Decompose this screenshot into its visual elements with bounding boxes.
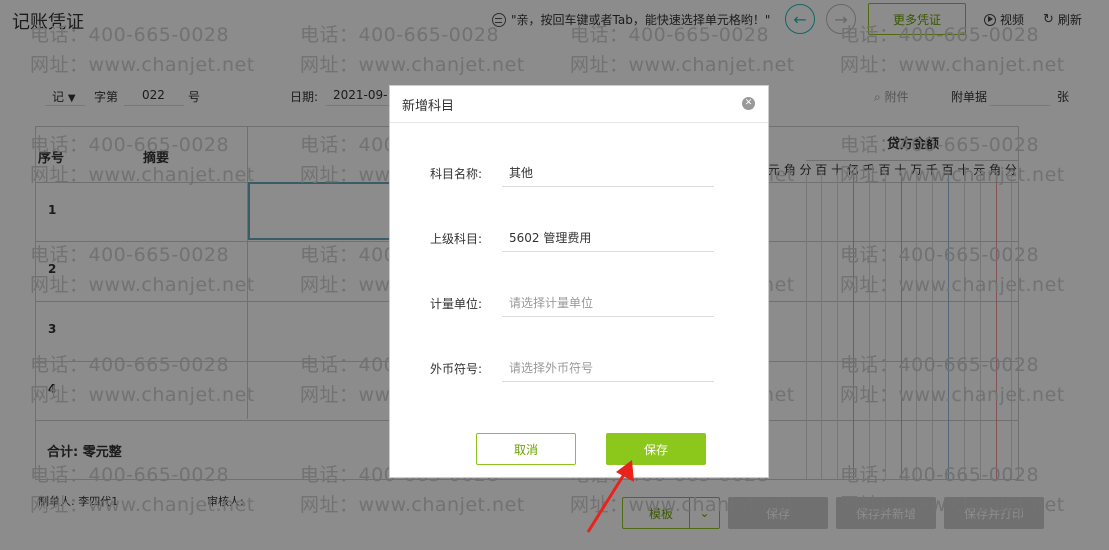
dialog-header: 新增科目 ✕ bbox=[390, 86, 768, 123]
account-name-input[interactable]: 其他 bbox=[502, 159, 714, 187]
account-name-label: 科目名称: bbox=[429, 166, 482, 181]
cancel-button[interactable]: 取消 bbox=[476, 433, 576, 465]
close-icon[interactable]: ✕ bbox=[742, 97, 755, 110]
unit-select[interactable]: 请选择计量单位 bbox=[502, 289, 714, 317]
unit-label: 计量单位: bbox=[429, 296, 482, 311]
parent-account-label: 上级科目: bbox=[429, 231, 482, 246]
currency-row: 外币符号: 请选择外币符号 bbox=[390, 354, 770, 382]
annotation-arrow-icon bbox=[586, 460, 634, 533]
currency-label: 外币符号: bbox=[429, 361, 482, 376]
currency-select[interactable]: 请选择外币符号 bbox=[502, 354, 714, 382]
parent-account-row: 上级科目: 5602 管理费用 bbox=[390, 224, 770, 252]
unit-row: 计量单位: 请选择计量单位 bbox=[390, 289, 770, 317]
add-account-dialog: 新增科目 ✕ 科目名称: 其他 上级科目: 5602 管理费用 计量单位: 请选… bbox=[389, 85, 769, 478]
account-name-row: 科目名称: 其他 bbox=[390, 159, 770, 187]
parent-account-input[interactable]: 5602 管理费用 bbox=[502, 224, 714, 252]
dialog-title: 新增科目 bbox=[402, 98, 455, 114]
